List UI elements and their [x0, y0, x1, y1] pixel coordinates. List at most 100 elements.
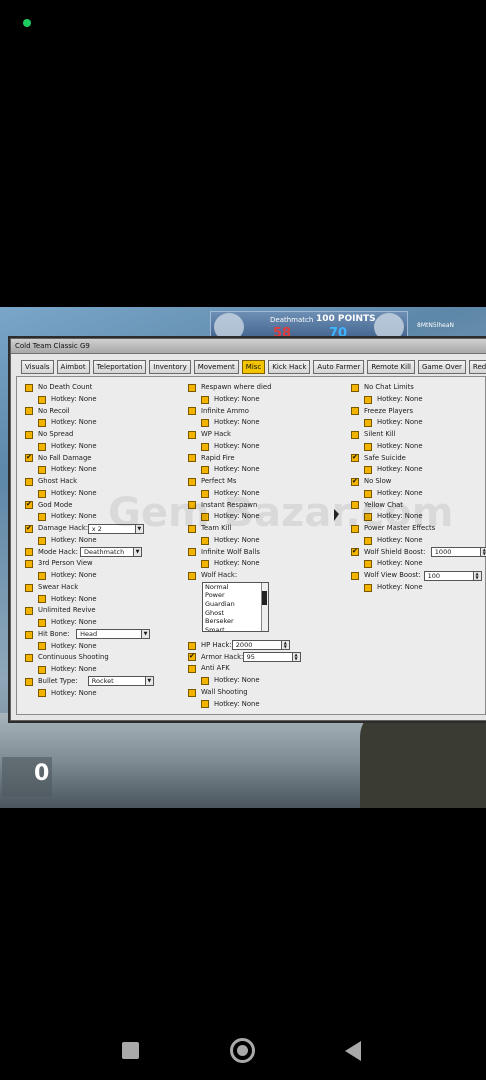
- hotkey-checkbox[interactable]: [38, 642, 46, 651]
- hotkey-checkbox[interactable]: [364, 583, 372, 592]
- damage-hack-dropdown[interactable]: x 2 ▼: [87, 523, 144, 534]
- hotkey-checkbox[interactable]: [201, 676, 209, 685]
- hotkey-checkbox[interactable]: [38, 419, 46, 428]
- checkbox-freeze-players[interactable]: [351, 407, 359, 416]
- tab-auto-farmer[interactable]: Auto Farmer: [313, 360, 365, 374]
- hotkey-checkbox[interactable]: [364, 466, 372, 475]
- checkbox-rapid-fire[interactable]: [188, 454, 196, 463]
- hotkey-checkbox[interactable]: [201, 466, 209, 475]
- tab-inventory[interactable]: Inventory: [149, 360, 191, 374]
- hotkey-checkbox[interactable]: [201, 700, 209, 709]
- checkbox-no-death-count[interactable]: [25, 383, 33, 392]
- chevron-down-icon[interactable]: ▼: [133, 548, 141, 556]
- wolf-option[interactable]: Ghost: [203, 609, 268, 618]
- checkbox-no-spread[interactable]: [25, 430, 33, 439]
- checkbox-anti-afk[interactable]: [188, 665, 196, 674]
- checkbox-wolf-view-boost[interactable]: [351, 571, 359, 580]
- hotkey-checkbox[interactable]: [38, 689, 46, 698]
- checkbox-armor-hack[interactable]: [188, 651, 196, 663]
- checkbox-no-fall-damage[interactable]: [25, 452, 33, 464]
- hotkey-checkbox[interactable]: [364, 560, 372, 569]
- hotkey-checkbox[interactable]: [201, 489, 209, 498]
- spinner-arrows-icon[interactable]: ▲ ▼: [472, 571, 481, 580]
- checkbox-no-slow[interactable]: [351, 476, 359, 488]
- checkbox-silent-kill[interactable]: [351, 430, 359, 439]
- checkbox-continuous-shooting[interactable]: [25, 654, 33, 663]
- checkbox-infinite-ammo[interactable]: [188, 407, 196, 416]
- hotkey-checkbox[interactable]: [38, 513, 46, 522]
- checkbox-no-chat-limits[interactable]: [351, 383, 359, 392]
- checkbox-perfect-ms[interactable]: [188, 477, 196, 486]
- scrollbar-thumb[interactable]: [262, 590, 267, 605]
- checkbox-wolf-hack[interactable]: [188, 571, 196, 580]
- tab-movement[interactable]: Movement: [193, 360, 239, 374]
- checkbox-damage-hack[interactable]: [25, 523, 33, 535]
- checkbox-3rd-person-view[interactable]: [25, 560, 33, 569]
- wolf-view-boost-spinner[interactable]: 100 ▲ ▼: [423, 570, 482, 581]
- checkbox-instant-respawn[interactable]: [188, 501, 196, 510]
- hotkey-checkbox[interactable]: [364, 442, 372, 451]
- hotkey-checkbox[interactable]: [364, 395, 372, 404]
- hotkey-checkbox[interactable]: [38, 618, 46, 627]
- hp-hack-spinner[interactable]: 2000 ▲ ▼: [231, 640, 290, 651]
- checkbox-no-recoil[interactable]: [25, 407, 33, 416]
- wolf-option[interactable]: Normal: [203, 583, 268, 592]
- checkbox-mode-hack[interactable]: [25, 548, 33, 557]
- checkbox-infinite-wolf-balls[interactable]: [188, 548, 196, 557]
- tab-misc[interactable]: Misc: [241, 360, 266, 374]
- hotkey-checkbox[interactable]: [201, 560, 209, 569]
- tab-kick-hack[interactable]: Kick Hack: [268, 360, 311, 374]
- hotkey-checkbox[interactable]: [364, 513, 372, 522]
- home-icon[interactable]: [230, 1038, 255, 1063]
- chevron-down-icon[interactable]: ▼: [134, 524, 143, 533]
- checkbox-hit-bone[interactable]: [25, 630, 33, 639]
- hotkey-checkbox[interactable]: [201, 513, 209, 522]
- back-icon[interactable]: [345, 1041, 361, 1061]
- hotkey-checkbox[interactable]: [38, 466, 46, 475]
- hotkey-checkbox[interactable]: [38, 395, 46, 404]
- checkbox-bullet-type[interactable]: [25, 677, 33, 686]
- checkbox-unlimited-revive[interactable]: [25, 607, 33, 616]
- listbox-scrollbar[interactable]: [261, 582, 268, 631]
- wolf-option[interactable]: Smart: [203, 626, 268, 631]
- hotkey-checkbox[interactable]: [364, 489, 372, 498]
- checkbox-team-kill[interactable]: [188, 524, 196, 533]
- hotkey-checkbox[interactable]: [201, 419, 209, 428]
- wolf-type-listbox[interactable]: Normal Power Guardian Ghost Berseker Smart: [202, 581, 269, 632]
- hotkey-checkbox[interactable]: [201, 536, 209, 545]
- chevron-down-icon[interactable]: ▼: [144, 677, 153, 686]
- spinner-arrows-icon[interactable]: ▲ ▼: [280, 641, 289, 650]
- mode-hack-dropdown[interactable]: Deathmatch ▼: [80, 547, 142, 557]
- hotkey-checkbox[interactable]: [38, 595, 46, 604]
- checkbox-hp-hack[interactable]: [188, 641, 196, 650]
- checkbox-yellow-chat[interactable]: [351, 501, 359, 510]
- checkbox-swear-hack[interactable]: [25, 583, 33, 592]
- tab-visuals[interactable]: Visuals: [21, 360, 54, 374]
- checkbox-safe-suicide[interactable]: [351, 452, 359, 464]
- tab-redeem[interactable]: Redeem: [468, 360, 486, 374]
- hotkey-checkbox[interactable]: [38, 536, 46, 545]
- tab-aimbot[interactable]: Aimbot: [56, 360, 90, 374]
- wolf-option[interactable]: Guardian: [203, 600, 268, 609]
- checkbox-power-master-effects[interactable]: [351, 524, 359, 533]
- spinner-arrows-icon[interactable]: ▲ ▼: [479, 548, 486, 556]
- checkbox-respawn-where-died[interactable]: [188, 383, 196, 392]
- wolf-option[interactable]: Power: [203, 591, 268, 600]
- hotkey-checkbox[interactable]: [38, 489, 46, 498]
- hotkey-checkbox[interactable]: [201, 442, 209, 451]
- armor-hack-spinner[interactable]: 95 ▲ ▼: [242, 652, 301, 662]
- hotkey-checkbox[interactable]: [364, 419, 372, 428]
- checkbox-ghost-hack[interactable]: [25, 477, 33, 486]
- hotkey-checkbox[interactable]: [38, 665, 46, 674]
- chevron-down-icon[interactable]: ▼: [141, 630, 150, 639]
- tab-game-over[interactable]: Game Over: [418, 360, 466, 374]
- checkbox-god-mode[interactable]: [25, 499, 33, 511]
- tab-teleportation[interactable]: Teleportation: [92, 360, 147, 374]
- hotkey-checkbox[interactable]: [201, 395, 209, 404]
- wolf-shield-boost-spinner[interactable]: 1000 ▲ ▼: [430, 547, 486, 557]
- spinner-arrows-icon[interactable]: ▲ ▼: [291, 653, 300, 661]
- checkbox-wall-shooting[interactable]: [188, 688, 196, 697]
- checkbox-wolf-shield-boost[interactable]: [351, 546, 359, 558]
- recent-apps-icon[interactable]: [122, 1042, 139, 1059]
- window-title[interactable]: Cold Team Classic G9: [11, 339, 486, 354]
